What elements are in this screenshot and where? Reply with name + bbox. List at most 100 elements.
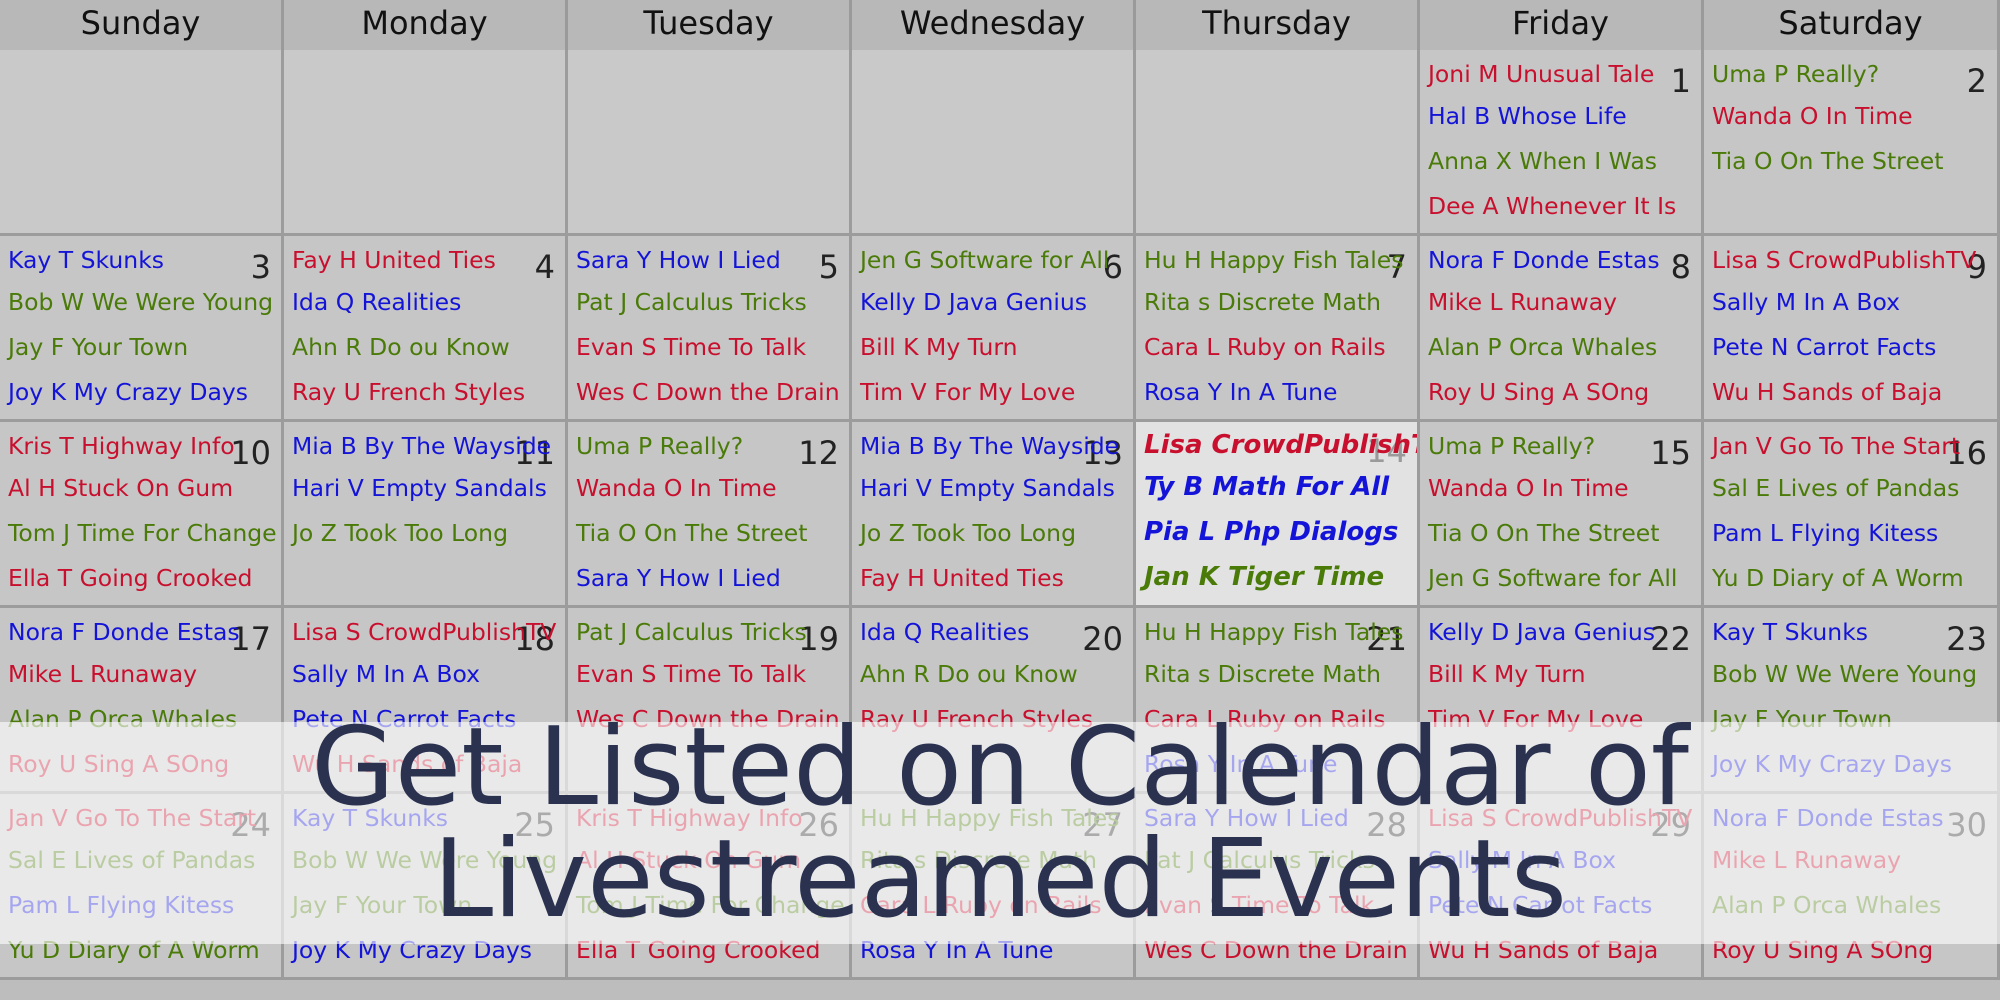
event-link[interactable]: Sara Y How I Lied xyxy=(576,246,781,274)
calendar-cell-day-10[interactable]: 10 Kris T Highway Info Al H Stuck On Gum To… xyxy=(0,422,284,608)
event-link[interactable]: Wanda O In Time xyxy=(1428,474,1629,502)
event-link[interactable]: Uma P Really? xyxy=(576,432,743,460)
day-number: 23 xyxy=(1946,620,1987,658)
event-link[interactable]: Sal E Lives of Pandas xyxy=(1712,474,1959,502)
event-link[interactable]: Kris T Highway Info xyxy=(8,432,235,460)
event-link[interactable]: Ahn R Do ou Know xyxy=(292,333,510,361)
event-link[interactable]: Wu H Sands of Baja xyxy=(1712,378,1942,406)
event-link[interactable]: Kelly D Java Genius xyxy=(1428,618,1655,646)
event-link[interactable]: Pete N Carrot Facts xyxy=(1712,333,1936,361)
event-link[interactable]: Hari V Empty Sandals xyxy=(860,474,1115,502)
event-link[interactable]: Pat J Calculus Tricks xyxy=(576,288,807,316)
calendar-cell-day-7[interactable]: 7 Hu H Happy Fish Tales Rita s Discrete Ma… xyxy=(1136,236,1420,422)
event-link[interactable]: Tom J Time For Change xyxy=(8,519,277,547)
event-link[interactable]: Joy K My Crazy Days xyxy=(8,378,248,406)
event-link[interactable]: Wes C Down the Drain xyxy=(576,378,840,406)
event-link[interactable]: Roy U Sing A SOng xyxy=(1428,378,1649,406)
event-link[interactable]: Uma P Really? xyxy=(1712,60,1879,88)
event-link[interactable]: Hu H Happy Fish Tales xyxy=(1144,246,1404,274)
event-link[interactable]: Bob W We Were Young xyxy=(8,288,273,316)
event-link[interactable]: Ida Q Realities xyxy=(860,618,1029,646)
event-link[interactable]: Jay F Your Town xyxy=(8,333,188,361)
event-link[interactable]: Wanda O In Time xyxy=(1712,102,1913,130)
calendar-cell-day-16[interactable]: 16 Jan V Go To The Start Sal E Lives of Pa… xyxy=(1704,422,2000,608)
event-link[interactable]: Ty B Math For All xyxy=(1144,472,1389,502)
event-link[interactable]: Tia O On The Street xyxy=(576,519,807,547)
event-link[interactable]: Uma P Really? xyxy=(1428,432,1595,460)
event-link[interactable]: Mike L Runaway xyxy=(8,660,197,688)
event-link[interactable]: Joni M Unusual Tale xyxy=(1428,60,1654,88)
event-link[interactable]: Pia L Php Dialogs xyxy=(1144,517,1398,547)
day-number: 8 xyxy=(1670,248,1691,286)
calendar-cell-day-14[interactable]: 14 Lisa CrowdPublishTV Ty B Math For All Pi… xyxy=(1136,422,1420,608)
banner-headline: Get Listed on Calendar of Livestreamed E… xyxy=(0,712,2000,936)
event-link[interactable]: Sally M In A Box xyxy=(1712,288,1900,316)
event-link[interactable]: Lisa S CrowdPublishTV xyxy=(292,618,556,646)
event-link[interactable]: Wanda O In Time xyxy=(576,474,777,502)
event-link[interactable]: Rita s Discrete Math xyxy=(1144,288,1381,316)
event-link[interactable]: Evan S Time To Talk xyxy=(576,333,806,361)
event-link[interactable]: Ahn R Do ou Know xyxy=(860,660,1078,688)
event-link[interactable]: Kay T Skunks xyxy=(8,246,164,274)
day-number: 10 xyxy=(230,434,271,472)
calendar-cell-day-1[interactable]: 1 Joni M Unusual Tale Hal B Whose Life Anna… xyxy=(1420,50,1704,236)
calendar-cell-day-9[interactable]: 9 Lisa S CrowdPublishTV Sally M In A Box Pe… xyxy=(1704,236,2000,422)
event-link[interactable]: Hari V Empty Sandals xyxy=(292,474,547,502)
event-link[interactable]: Jan K Tiger Time xyxy=(1144,562,1384,592)
event-link[interactable]: Alan P Orca Whales xyxy=(1428,333,1657,361)
event-link[interactable]: Tia O On The Street xyxy=(1428,519,1659,547)
event-link[interactable]: Ray U French Styles xyxy=(292,378,525,406)
weekday-header-tuesday: Tuesday xyxy=(568,0,852,50)
event-link[interactable]: Kay T Skunks xyxy=(1712,618,1868,646)
event-link[interactable]: Bill K My Turn xyxy=(860,333,1018,361)
event-link[interactable]: Jen G Software for All xyxy=(1428,564,1677,592)
calendar-cell-day-13[interactable]: 13 Mia B By The Wayside Hari V Empty Sanda… xyxy=(852,422,1136,608)
event-link[interactable]: Mike L Runaway xyxy=(1428,288,1617,316)
event-link[interactable]: Tim V For My Love xyxy=(860,378,1075,406)
calendar-cell-day-4[interactable]: 4 Fay H United Ties Ida Q Realities Ahn R D… xyxy=(284,236,568,422)
event-link[interactable]: Ida Q Realities xyxy=(292,288,461,316)
event-link[interactable]: Mia B By The Wayside xyxy=(860,432,1119,460)
event-link[interactable]: Evan S Time To Talk xyxy=(576,660,806,688)
event-link[interactable]: Jan V Go To The Start xyxy=(1712,432,1960,460)
event-link[interactable]: Hu H Happy Fish Tales xyxy=(1144,618,1404,646)
event-link[interactable]: Sally M In A Box xyxy=(292,660,480,688)
event-link[interactable]: Anna X When I Was xyxy=(1428,147,1657,175)
event-link[interactable]: Jo Z Took Too Long xyxy=(292,519,508,547)
event-link[interactable]: Mia B By The Wayside xyxy=(292,432,551,460)
event-link[interactable]: Al H Stuck On Gum xyxy=(8,474,233,502)
event-link[interactable]: Dee A Whenever It Is xyxy=(1428,192,1676,220)
event-link[interactable]: Hal B Whose Life xyxy=(1428,102,1627,130)
calendar-cell-day-2[interactable]: 2 Uma P Really? Wanda O In Time Tia O On Th… xyxy=(1704,50,2000,236)
event-link[interactable]: Rosa Y In A Tune xyxy=(1144,378,1337,406)
event-link[interactable]: Bill K My Turn xyxy=(1428,660,1586,688)
event-link[interactable]: Jen G Software for All xyxy=(860,246,1109,274)
event-link[interactable]: Jo Z Took Too Long xyxy=(860,519,1076,547)
day-number: 20 xyxy=(1082,620,1123,658)
event-link[interactable]: Tia O On The Street xyxy=(1712,147,1943,175)
event-link[interactable]: Yu D Diary of A Worm xyxy=(1712,564,1964,592)
calendar-cell-day-12[interactable]: 12 Uma P Really? Wanda O In Time Tia O On T… xyxy=(568,422,852,608)
calendar-cell-day-15[interactable]: 15 Uma P Really? Wanda O In Time Tia O On T… xyxy=(1420,422,1704,608)
calendar-cell-empty xyxy=(852,50,1136,236)
calendar-cell-day-8[interactable]: 8 Nora F Donde Estas Mike L Runaway Alan P … xyxy=(1420,236,1704,422)
event-link[interactable]: Nora F Donde Estas xyxy=(1428,246,1660,274)
event-link[interactable]: Ella T Going Crooked xyxy=(8,564,252,592)
calendar-cell-day-3[interactable]: 3 Kay T Skunks Bob W We Were Young Jay F Yo… xyxy=(0,236,284,422)
event-link[interactable]: Pam L Flying Kitess xyxy=(1712,519,1938,547)
event-link[interactable]: Rita s Discrete Math xyxy=(1144,660,1381,688)
event-link[interactable]: Lisa CrowdPublishTV xyxy=(1144,430,1417,460)
event-link[interactable]: Fay H United Ties xyxy=(292,246,496,274)
calendar-cell-day-11[interactable]: 11 Mia B By The Wayside Hari V Empty Sanda… xyxy=(284,422,568,608)
weekday-header-sunday: Sunday xyxy=(0,0,284,50)
calendar-cell-day-6[interactable]: 6 Jen G Software for All Kelly D Java Geni… xyxy=(852,236,1136,422)
calendar-cell-day-5[interactable]: 5 Sara Y How I Lied Pat J Calculus Tricks E… xyxy=(568,236,852,422)
event-link[interactable]: Lisa S CrowdPublishTV xyxy=(1712,246,1976,274)
event-link[interactable]: Nora F Donde Estas xyxy=(8,618,240,646)
event-link[interactable]: Kelly D Java Genius xyxy=(860,288,1087,316)
event-link[interactable]: Pat J Calculus Tricks xyxy=(576,618,807,646)
event-link[interactable]: Bob W We Were Young xyxy=(1712,660,1977,688)
event-link[interactable]: Cara L Ruby on Rails xyxy=(1144,333,1386,361)
event-link[interactable]: Fay H United Ties xyxy=(860,564,1064,592)
event-link[interactable]: Sara Y How I Lied xyxy=(576,564,781,592)
